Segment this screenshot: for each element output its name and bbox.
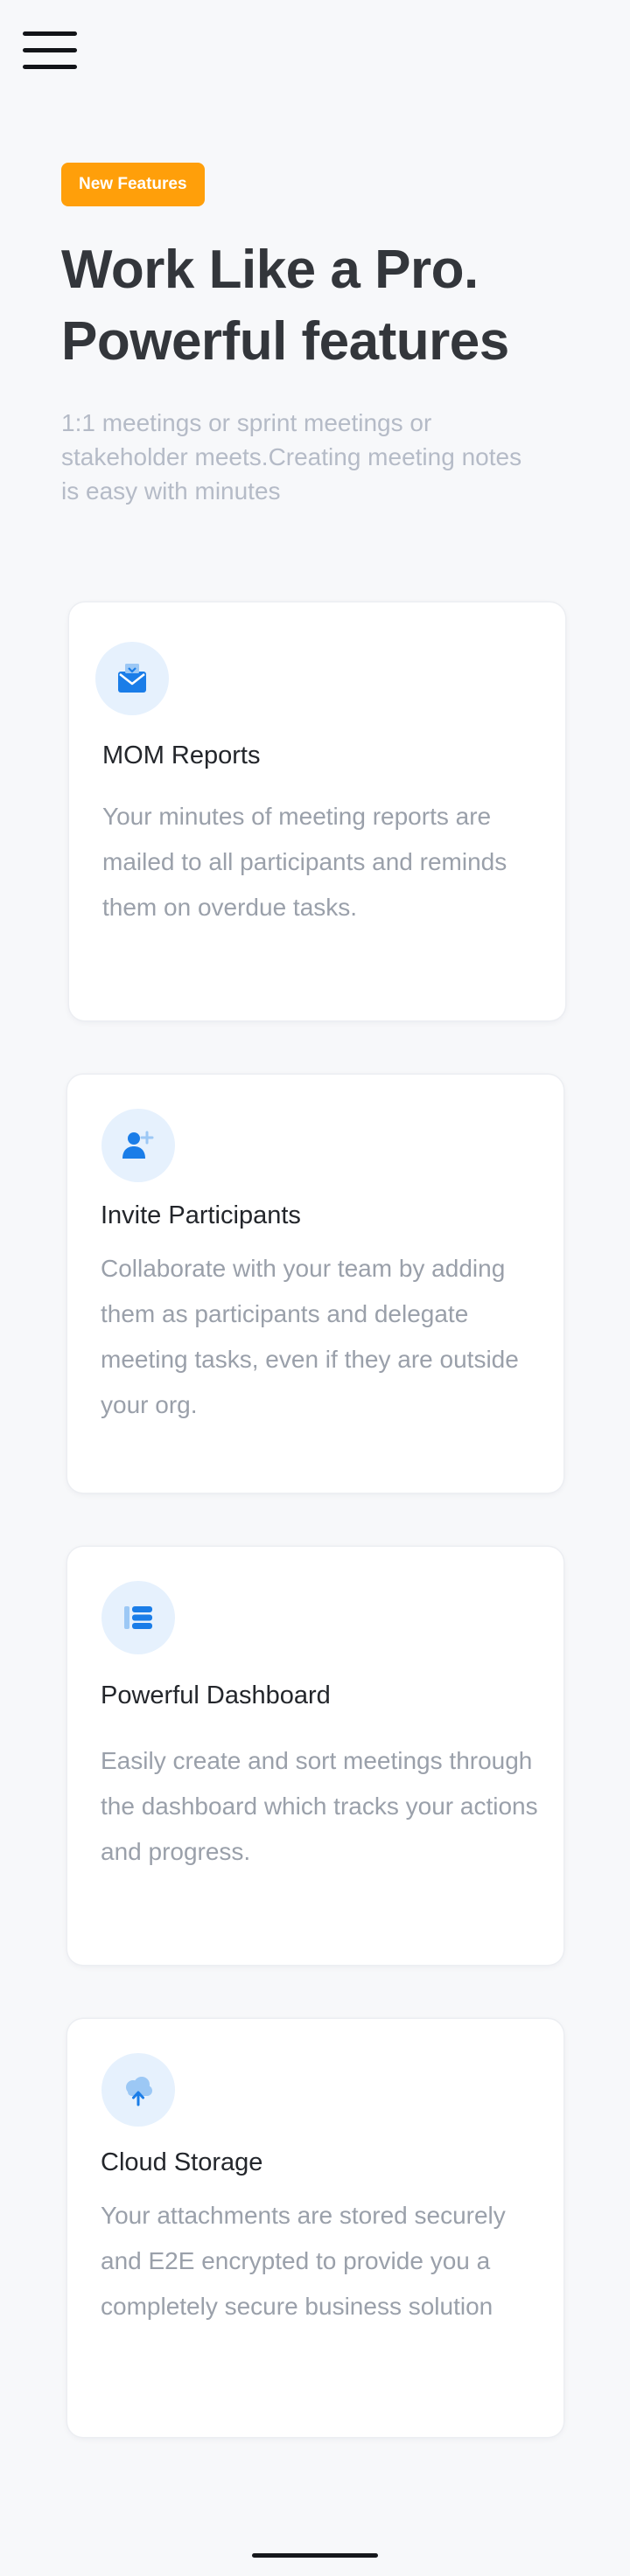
hamburger-menu-icon[interactable] [23,31,77,70]
hero-subtitle: 1:1 meetings or sprint meetings or stake… [61,409,522,505]
feature-title: Invite Participants [101,1201,301,1229]
feature-title: Cloud Storage [101,2148,263,2176]
feature-card-mom-reports: MOM Reports Your minutes of meeting repo… [69,602,565,1020]
page-title-line-1: Work Like a Pro. [61,240,479,300]
page-title: Work Like a Pro. Powerful features [61,234,604,378]
page-title-line-2: Powerful features [61,311,509,372]
feature-description: Collaborate with your team by adding the… [101,1255,519,1418]
feature-card-powerful-dashboard: Powerful Dashboard Easily create and sor… [67,1547,564,1965]
new-features-badge: New Features [61,163,205,206]
feature-title: Powerful Dashboard [101,1681,331,1709]
feature-description: Your attachments are stored securely and… [101,2202,506,2320]
feature-description: Easily create and sort meetings through … [101,1747,538,1865]
home-indicator [252,2553,378,2558]
feature-title: MOM Reports [102,741,261,769]
feature-card-invite-participants: Invite Participants Collaborate with you… [67,1075,564,1493]
mail-icon [95,642,169,715]
feature-description: Your minutes of meeting reports are mail… [102,803,508,921]
dashboard-list-icon [102,1581,175,1654]
cloud-upload-icon [102,2053,175,2127]
add-user-icon [102,1109,175,1182]
feature-card-cloud-storage: Cloud Storage Your attachments are store… [67,2019,564,2437]
